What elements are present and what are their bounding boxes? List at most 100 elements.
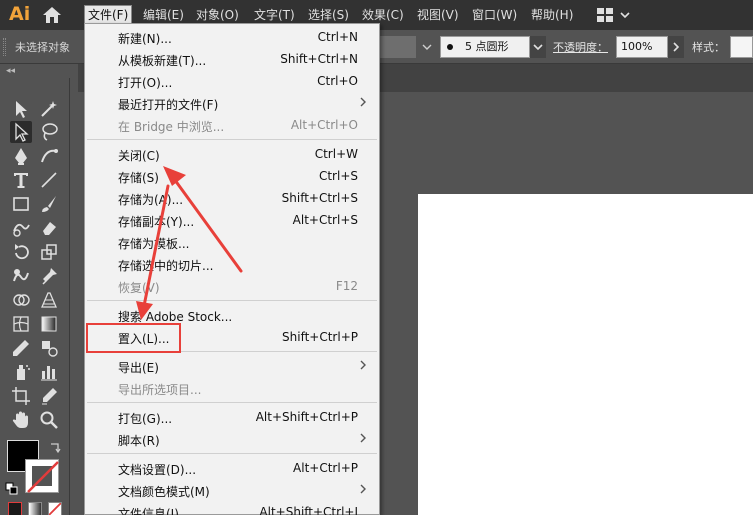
puppet-warp-tool-icon[interactable] bbox=[38, 265, 60, 287]
selection-status: 未选择对象 bbox=[15, 41, 70, 54]
menu-item-shortcut: Shift+Ctrl+P bbox=[282, 330, 358, 344]
menu-type[interactable]: 文字(T) bbox=[251, 5, 298, 25]
menu-item-open-recent[interactable]: 最近打开的文件(F) bbox=[85, 92, 379, 114]
menu-item-shortcut: Alt+Ctrl+S bbox=[292, 213, 358, 227]
menu-window[interactable]: 窗口(W) bbox=[469, 5, 520, 25]
menu-item-shortcut: Ctrl+S bbox=[318, 169, 358, 183]
menu-separator bbox=[87, 453, 377, 454]
menu-item-save-selected-slices[interactable]: 存储选中的切片... bbox=[85, 253, 379, 275]
watermark-brand: Bai du bbox=[576, 448, 663, 478]
gradient-mode-button[interactable] bbox=[28, 502, 42, 515]
none-mode-button[interactable] bbox=[48, 502, 62, 515]
chevron-right-icon bbox=[360, 484, 366, 494]
menu-item-label: 存储(S) bbox=[118, 171, 159, 185]
opacity-label[interactable]: 不透明度： bbox=[553, 39, 608, 55]
shaper-tool-icon[interactable] bbox=[10, 217, 32, 239]
menu-item-document-color-mode[interactable]: 文档颜色模式(M) bbox=[85, 479, 379, 501]
stroke-color-swatch[interactable] bbox=[25, 459, 59, 493]
menu-item-label: 文件信息(I)... bbox=[118, 507, 191, 515]
brush-definition-value: 5 点圆形 bbox=[465, 40, 509, 53]
panel-grip[interactable] bbox=[3, 38, 6, 56]
brush-definition-select[interactable]: 5 点圆形 bbox=[440, 36, 530, 58]
menu-item-scripts[interactable]: 脚本(R) bbox=[85, 428, 379, 450]
menu-item-document-setup[interactable]: 文档设置(D)... Alt+Ctrl+P bbox=[85, 457, 379, 479]
menu-item-save[interactable]: 存储(S) Ctrl+S bbox=[85, 165, 379, 187]
brush-dropdown-chevron-icon[interactable] bbox=[530, 36, 546, 58]
menu-item-label: 最近打开的文件(F) bbox=[118, 98, 219, 112]
line-segment-tool-icon[interactable] bbox=[38, 169, 60, 191]
type-tool-icon[interactable] bbox=[10, 169, 32, 191]
default-fill-stroke-icon[interactable] bbox=[5, 482, 19, 496]
chevron-down-icon[interactable] bbox=[619, 8, 631, 22]
rectangle-tool-icon[interactable] bbox=[10, 193, 32, 215]
menu-item-shortcut: Ctrl+O bbox=[317, 74, 358, 88]
zoom-tool-icon[interactable] bbox=[38, 409, 60, 431]
warp-tool-icon[interactable] bbox=[10, 265, 32, 287]
menu-item-shortcut: Shift+Ctrl+S bbox=[281, 191, 358, 205]
brush-dot-icon bbox=[447, 44, 453, 50]
menu-effect[interactable]: 效果(C) bbox=[359, 5, 407, 25]
menu-item-close[interactable]: 关闭(C) Ctrl+W bbox=[85, 143, 379, 165]
menu-item-label: 存储选中的切片... bbox=[118, 259, 214, 273]
gradient-tool-icon[interactable] bbox=[38, 313, 60, 335]
slice-tool-icon[interactable] bbox=[38, 385, 60, 407]
menu-item-shortcut: Alt+Ctrl+O bbox=[290, 118, 358, 132]
chevron-down-icon[interactable] bbox=[421, 40, 433, 54]
scale-tool-icon[interactable] bbox=[38, 241, 60, 263]
blend-tool-icon[interactable] bbox=[38, 337, 60, 359]
column-graph-tool-icon[interactable] bbox=[38, 361, 60, 383]
menu-item-shortcut: Ctrl+W bbox=[314, 147, 358, 161]
stroke-weight-field[interactable] bbox=[378, 36, 416, 58]
opacity-input[interactable]: 100% bbox=[616, 36, 668, 58]
menu-item-label: 存储副本(Y)... bbox=[118, 215, 195, 229]
menu-select[interactable]: 选择(S) bbox=[305, 5, 352, 25]
eyedropper-tool-icon[interactable] bbox=[10, 337, 32, 359]
eraser-tool-icon[interactable] bbox=[38, 217, 60, 239]
magic-wand-tool-icon[interactable] bbox=[38, 98, 60, 120]
paintbrush-tool-icon[interactable] bbox=[38, 193, 60, 215]
pen-tool-icon[interactable] bbox=[10, 145, 32, 167]
menu-help[interactable]: 帮助(H) bbox=[528, 5, 576, 25]
selection-tool-icon[interactable] bbox=[10, 98, 32, 120]
menu-object[interactable]: 对象(O) bbox=[193, 5, 242, 25]
annotation-highlight-box bbox=[86, 323, 181, 353]
menu-edit[interactable]: 编辑(E) bbox=[140, 5, 187, 25]
rotate-tool-icon[interactable] bbox=[10, 241, 32, 263]
menu-file[interactable]: 文件(F) bbox=[84, 5, 133, 25]
direct-selection-tool-icon[interactable] bbox=[10, 121, 32, 143]
swap-fill-stroke-icon[interactable] bbox=[48, 440, 62, 454]
menu-item-label: 恢复(V) bbox=[118, 281, 160, 295]
menu-item-label: 在 Bridge 中浏览... bbox=[118, 120, 225, 134]
home-icon[interactable] bbox=[42, 6, 62, 24]
menu-item-save-as-template[interactable]: 存储为模板... bbox=[85, 231, 379, 253]
shape-builder-tool-icon[interactable] bbox=[10, 289, 32, 311]
chevron-right-icon[interactable] bbox=[668, 36, 684, 58]
artboard-tool-icon[interactable] bbox=[10, 385, 32, 407]
menu-item-new[interactable]: 新建(N)... Ctrl+N bbox=[85, 26, 379, 48]
perspective-grid-tool-icon[interactable] bbox=[38, 289, 60, 311]
workspace-switcher-icon[interactable] bbox=[597, 8, 613, 22]
menu-item-shortcut: Ctrl+N bbox=[317, 30, 358, 44]
menu-item-package[interactable]: 打包(G)... Alt+Shift+Ctrl+P bbox=[85, 406, 379, 428]
menu-item-save-as[interactable]: 存储为(A)... Shift+Ctrl+S bbox=[85, 187, 379, 209]
color-mode-button[interactable] bbox=[8, 502, 22, 515]
menu-item-label: 导出(E) bbox=[118, 361, 159, 375]
chevron-right-icon bbox=[360, 97, 366, 107]
lasso-tool-icon[interactable] bbox=[38, 121, 60, 143]
mesh-tool-icon[interactable] bbox=[10, 313, 32, 335]
menu-item-save-copy[interactable]: 存储副本(Y)... Alt+Ctrl+S bbox=[85, 209, 379, 231]
menu-item-file-info[interactable]: 文件信息(I)... Alt+Shift+Ctrl+I bbox=[85, 501, 379, 515]
hand-tool-icon[interactable] bbox=[10, 409, 32, 431]
menu-item-shortcut: Alt+Shift+Ctrl+I bbox=[259, 505, 358, 515]
menu-view[interactable]: 视图(V) bbox=[414, 5, 462, 25]
menu-item-label: 导出所选项目... bbox=[118, 383, 202, 397]
symbol-sprayer-tool-icon[interactable] bbox=[10, 361, 32, 383]
menu-separator bbox=[87, 402, 377, 403]
chevron-right-icon bbox=[360, 433, 366, 443]
menu-item-open[interactable]: 打开(O)... Ctrl+O bbox=[85, 70, 379, 92]
menu-item-export[interactable]: 导出(E) bbox=[85, 355, 379, 377]
collapse-panel-icon[interactable]: ◂◂ bbox=[6, 66, 15, 76]
graphic-style-swatch[interactable] bbox=[730, 36, 753, 58]
curvature-tool-icon[interactable] bbox=[38, 145, 60, 167]
menu-item-new-from-template[interactable]: 从模板新建(T)... Shift+Ctrl+N bbox=[85, 48, 379, 70]
